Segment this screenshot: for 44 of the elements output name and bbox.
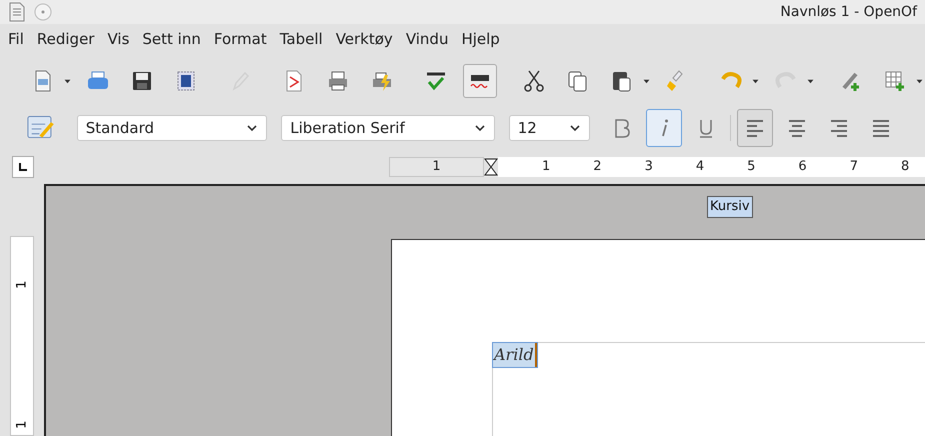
format-button[interactable] bbox=[737, 109, 773, 148]
ruler-number: 6 bbox=[798, 158, 807, 176]
ruler-number: 7 bbox=[850, 158, 858, 176]
italic-icon bbox=[660, 119, 668, 138]
dropdown-caret-icon bbox=[916, 78, 923, 85]
dropdown-field[interactable]: Liberation Serif bbox=[281, 115, 495, 142]
toolbar-button[interactable] bbox=[463, 64, 497, 98]
menu-item[interactable]: Sett inn bbox=[142, 28, 201, 50]
menu-item[interactable]: Fil bbox=[8, 28, 24, 50]
align-right-icon bbox=[828, 117, 850, 140]
dropdown-caret-icon bbox=[643, 78, 650, 85]
ruler-number: 2 bbox=[593, 158, 602, 176]
menu-item[interactable]: Rediger bbox=[36, 28, 94, 50]
format-button[interactable] bbox=[646, 109, 682, 148]
table-icon bbox=[883, 69, 907, 94]
ruler-number: 1 bbox=[13, 420, 30, 428]
ruler-number: 3 bbox=[644, 158, 653, 176]
ruler-number: 1 bbox=[432, 158, 441, 176]
corner-icon bbox=[18, 162, 28, 172]
tab-stop-button[interactable] bbox=[12, 156, 34, 178]
dropdown-caret-icon bbox=[752, 78, 759, 85]
dropdown-caret-icon bbox=[807, 78, 814, 85]
ruler-number: 1 bbox=[542, 158, 550, 176]
dropdown-field[interactable]: Standard bbox=[76, 115, 268, 142]
ruler-number: 8 bbox=[900, 158, 910, 176]
tooltip: Kursiv bbox=[707, 196, 753, 218]
dropdown-caret-icon bbox=[64, 78, 71, 85]
scissors-icon bbox=[522, 69, 546, 94]
printer-icon bbox=[326, 69, 350, 94]
align-left-icon bbox=[744, 117, 766, 140]
ruler-number: 5 bbox=[747, 158, 756, 176]
menu-item[interactable]: Verktøy bbox=[336, 28, 393, 50]
menu-item[interactable]: Vis bbox=[107, 28, 130, 50]
menu-item[interactable]: Format bbox=[214, 28, 267, 50]
window-title: Navnløs 1 - OpenOf bbox=[780, 2, 917, 22]
align-justify-icon bbox=[870, 117, 892, 140]
menu-item[interactable]: Hjelp bbox=[461, 28, 500, 50]
ruler-number: 4 bbox=[696, 158, 704, 176]
document-text: Arild bbox=[493, 343, 537, 368]
menu-item[interactable]: Vindu bbox=[406, 28, 448, 50]
dropdown-field[interactable]: 12 bbox=[508, 115, 590, 142]
menu-item[interactable]: Tabell bbox=[280, 28, 323, 50]
ruler-number: 1 bbox=[13, 280, 30, 289]
align-center-icon bbox=[786, 117, 808, 140]
